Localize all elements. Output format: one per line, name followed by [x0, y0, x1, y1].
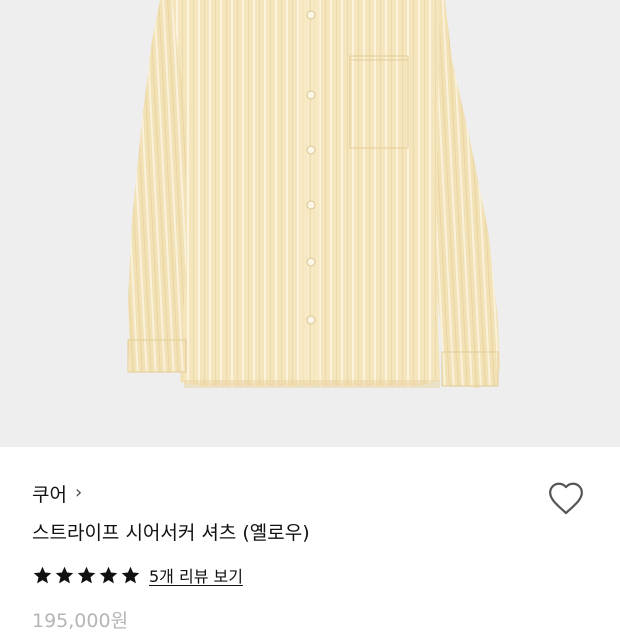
brand-name: 쿠어 — [32, 483, 67, 506]
star-rating — [32, 565, 141, 586]
wishlist-button[interactable] — [546, 478, 586, 518]
star-filled-icon — [121, 566, 140, 583]
brand-link[interactable]: 쿠어 › — [32, 478, 82, 508]
heart-outline-icon — [549, 482, 583, 515]
chevron-right-icon: › — [74, 482, 83, 503]
star-filled-icon — [77, 566, 96, 583]
star-filled-icon — [99, 566, 118, 583]
rating-row: 5개 리뷰 보기 — [32, 560, 243, 590]
product-image — [0, 0, 620, 447]
review-link[interactable]: 5개 리뷰 보기 — [149, 563, 243, 587]
product-title: 스트라이프 시어서커 셔츠 (옐로우) — [32, 522, 310, 544]
star-filled-icon — [33, 566, 52, 583]
star-filled-icon — [55, 566, 74, 583]
